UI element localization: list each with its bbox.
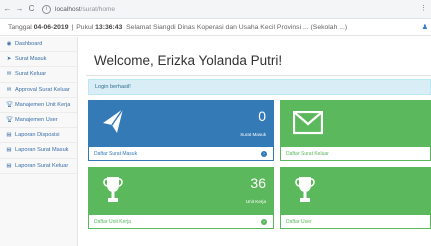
url-path: /surat/home <box>80 5 115 13</box>
sidebar-item-label: Approval Surat Keluar <box>15 86 70 93</box>
panel-footer-label: Daftar Unit Kerja <box>94 218 131 225</box>
panel-footer-label: Daftar Surat Keluar <box>286 150 329 157</box>
panel-count-label: Surat Masuk <box>240 132 266 137</box>
sidebar-item-label: Dashboard <box>15 41 43 48</box>
envelope-icon <box>293 111 323 135</box>
sidebar-item-unit-kerja[interactable]: 🏆︎ Manajemen Unit Kerja <box>0 98 77 113</box>
divider <box>86 75 431 76</box>
main-content: Welcome, Erizka Yolanda Putri! Login ber… <box>82 37 431 246</box>
sidebar-item-label: Manajemen Unit Kerja <box>15 101 71 108</box>
reload-button[interactable]: C <box>27 0 36 18</box>
sidebar-item-label: Surat Masuk <box>15 56 47 63</box>
page-title: Welcome, Erizka Yolanda Putri! <box>94 53 283 68</box>
date-value: 04-06-2019 <box>33 23 69 31</box>
sidebar-item-label: Surat Keluar <box>15 71 47 78</box>
back-button[interactable]: ← <box>3 0 12 18</box>
send-icon: ➤ <box>6 56 12 63</box>
success-alert: Login berhasil! <box>88 79 431 95</box>
sidebar-item-surat-masuk[interactable]: ➤ Surat Masuk <box>0 52 77 68</box>
dashboard-icon: ◉ <box>6 41 12 48</box>
separator: | <box>71 23 74 31</box>
panel-unit-kerja: 36 Unit Kerja Daftar Unit Kerja › <box>88 167 274 229</box>
sidebar-item-label: Manajemen User <box>15 117 58 124</box>
trophy-icon <box>295 177 315 202</box>
time-label: Pukul <box>76 23 94 31</box>
panel-footer-link[interactable]: Daftar Surat Keluar <box>281 147 430 160</box>
sidebar: ◉ Dashboard ➤ Surat Masuk ✉ Surat Keluar… <box>0 37 78 246</box>
sidebar-item-surat-keluar[interactable]: ✉ Surat Keluar <box>0 67 77 83</box>
sidebar-item-laporan-disposisi[interactable]: ▤ Laporan Disposisi <box>0 128 77 144</box>
paper-plane-icon <box>103 108 124 133</box>
file-icon: ▤ <box>6 132 12 139</box>
panel-user: Daftar User <box>280 167 431 229</box>
panel-count: 36 <box>250 175 266 191</box>
sidebar-item-approval[interactable]: ✉ Approval Surat Keluar <box>0 83 77 98</box>
sidebar-item-laporan-surat-masuk[interactable]: ▤ Laporan Surat Masuk <box>0 143 77 159</box>
info-icon[interactable]: i <box>42 4 51 14</box>
panel-footer-label: Daftar Surat Masuk <box>94 150 138 157</box>
panel-footer-label: Daftar User <box>286 218 312 225</box>
url-host: localhost <box>55 5 81 13</box>
browser-menu-icon[interactable]: ⋮ <box>420 0 427 18</box>
trophy-icon <box>103 177 123 202</box>
trophy-icon: 🏆︎ <box>6 101 13 108</box>
sidebar-item-label: Laporan Disposisi <box>15 132 60 139</box>
panel-footer-link[interactable]: Daftar Unit Kerja › <box>89 215 273 228</box>
panel-surat-keluar: Daftar Surat Keluar <box>280 100 431 161</box>
datetime-bar: Tanggal 04-06-2019 | Pukul 13:36:43 Sela… <box>0 19 431 36</box>
time-value: 13:36:43 <box>95 23 123 31</box>
trophy-icon: 🏆︎ <box>6 117 13 124</box>
panel-heading: 36 Unit Kerja <box>89 168 273 215</box>
forward-button[interactable]: → <box>15 0 24 18</box>
sidebar-item-label: Laporan Surat Masuk <box>15 147 69 154</box>
greeting-text: Selamat Siang <box>126 23 171 31</box>
sidebar-item-user[interactable]: 🏆︎ Manajemen User <box>0 113 77 129</box>
arrow-circle-icon: › <box>261 218 267 225</box>
browser-toolbar: ← → C i localhost /surat/home ⋮ <box>0 0 431 19</box>
panel-footer-link[interactable]: Daftar Surat Masuk › <box>89 147 273 160</box>
agency-text: di Dinas Koperasi dan Usaha Kecil Provin… <box>170 23 348 31</box>
envelope-icon: ✉ <box>6 71 12 78</box>
date-label: Tanggal <box>8 23 32 31</box>
panel-count: 0 <box>258 108 266 124</box>
panel-heading <box>281 168 430 215</box>
panel-heading: 0 Surat Masuk <box>89 101 273 148</box>
user-icon[interactable]: ♟ <box>422 23 428 31</box>
panel-footer-link[interactable]: Daftar User <box>281 215 430 228</box>
sidebar-item-label: Laporan Surat Keluar <box>15 162 69 169</box>
panel-surat-masuk: 0 Surat Masuk Daftar Surat Masuk › <box>88 100 274 161</box>
panel-heading <box>281 101 430 148</box>
file-icon: ▤ <box>6 162 12 169</box>
sidebar-item-dashboard[interactable]: ◉ Dashboard <box>0 37 77 53</box>
file-icon: ▤ <box>6 147 12 154</box>
arrow-circle-icon: › <box>261 150 267 157</box>
sidebar-item-laporan-surat-keluar[interactable]: ▤ Laporan Surat Keluar <box>0 159 77 174</box>
envelope-icon: ✉ <box>6 86 12 93</box>
address-bar[interactable]: i localhost /surat/home <box>42 4 115 15</box>
panel-count-label: Unit Kerja <box>245 199 266 204</box>
